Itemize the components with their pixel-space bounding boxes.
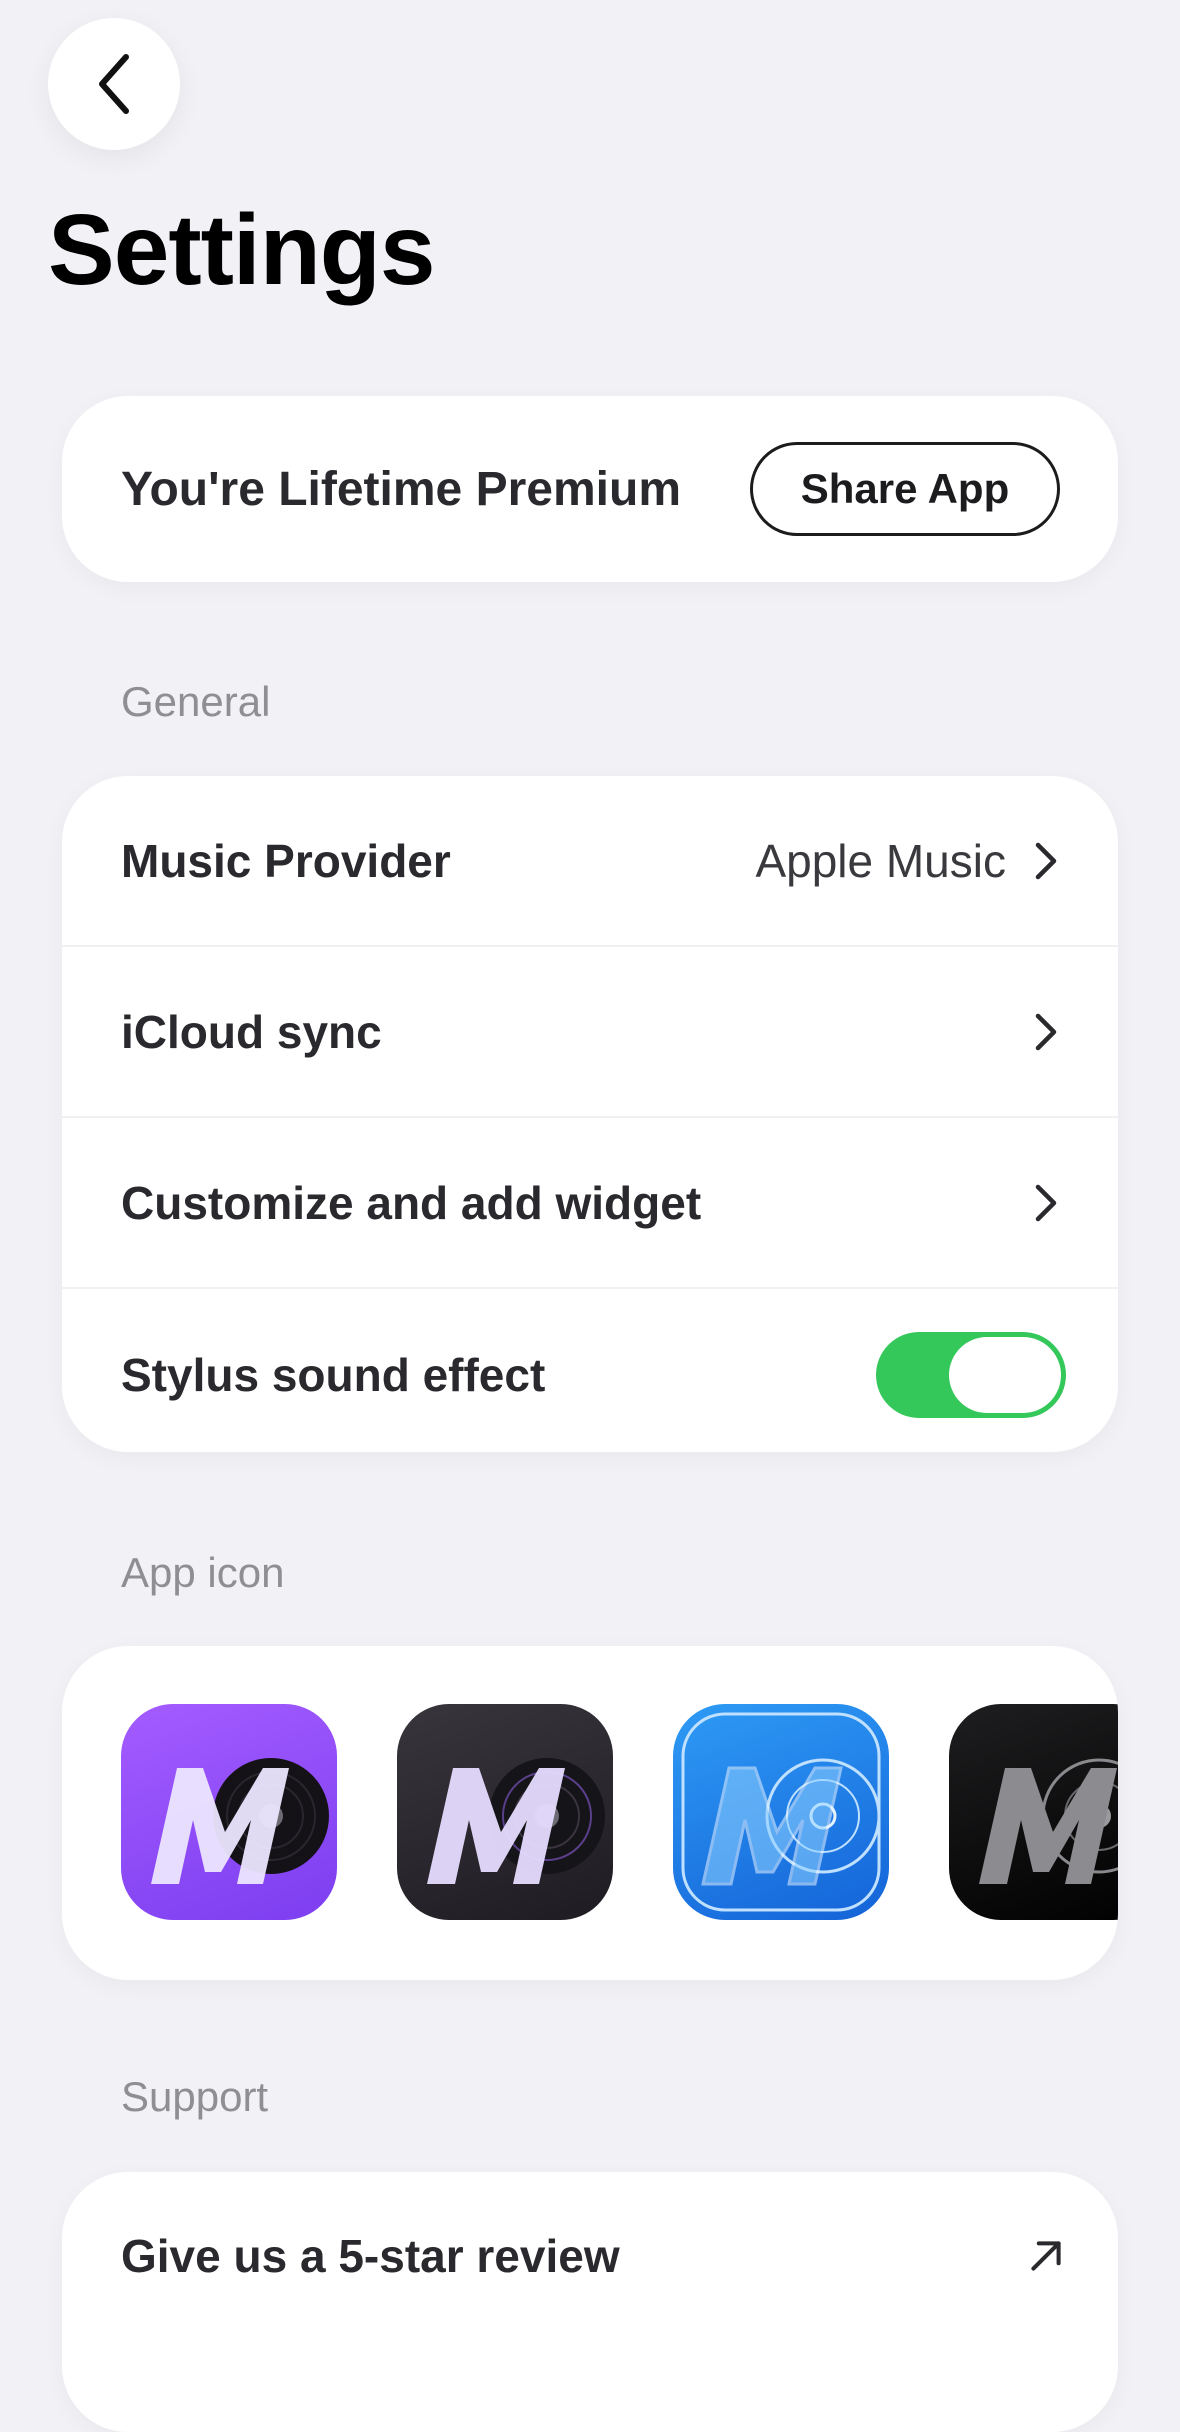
chevron-right-icon [1028,1008,1064,1056]
chevron-left-icon [99,54,129,114]
share-app-button[interactable]: Share App [750,442,1060,536]
stylus-sound-toggle[interactable] [876,1331,1066,1418]
dark-vinyl-icon[interactable] [397,1704,613,1920]
row-label: Customize and add widget [121,1176,702,1229]
chevron-right-icon [1028,837,1064,885]
section-label-app-icon: App icon [121,1549,285,1596]
section-label-support: Support [121,2073,269,2120]
general-card: Music Provider Apple Music iCloud sync C… [62,776,1118,1452]
app-icon-card [62,1646,1118,1980]
app-icon-strip[interactable] [121,1704,1118,1920]
purple-vinyl-icon[interactable] [121,1704,337,1920]
row-label: Give us a 5-star review [121,2230,620,2282]
black-chrome-icon[interactable] [949,1704,1118,1920]
premium-card: You're Lifetime Premium Share App [62,396,1118,582]
customize-widget-row[interactable]: Customize and add widget [62,1118,1118,1289]
page-title: Settings [48,194,435,306]
icloud-sync-row[interactable]: iCloud sync [62,947,1118,1118]
row-label: iCloud sync [121,1005,382,1058]
stylus-sound-row: Stylus sound effect [62,1289,1118,1452]
music-provider-row[interactable]: Music Provider Apple Music [62,776,1118,947]
review-row[interactable]: Give us a 5-star review [62,2172,1118,2340]
arrow-up-right-icon [1028,2232,1064,2280]
blue-blueprint-icon[interactable] [673,1704,889,1920]
row-label: Music Provider [121,834,451,887]
toggle-knob [949,1336,1061,1413]
support-card: Give us a 5-star review [62,2172,1118,2432]
chevron-right-icon [1028,1179,1064,1227]
row-value: Apple Music [755,834,1006,887]
back-button[interactable] [48,18,180,150]
section-label-general: General [121,678,271,725]
premium-status-text: You're Lifetime Premium [121,462,681,516]
row-label: Stylus sound effect [121,1348,546,1401]
